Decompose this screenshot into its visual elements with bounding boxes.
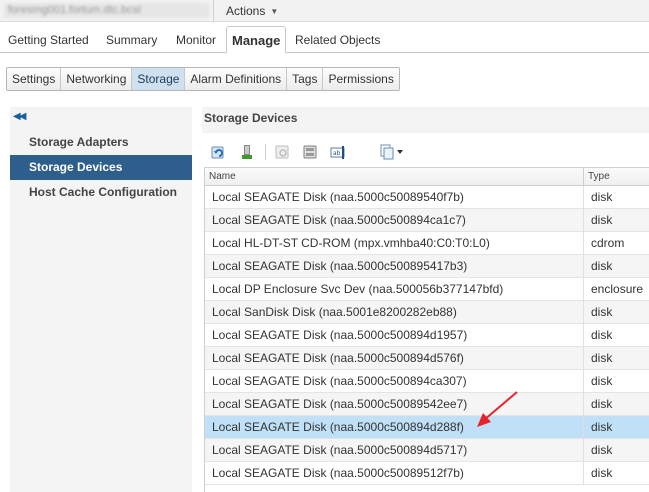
chevron-down-icon: ▼	[270, 7, 279, 16]
table-row[interactable]: Local HL-DT-ST CD-ROM (mpx.vmhba40:C0:T0…	[205, 232, 649, 255]
host-title: foresmg001.fortum.dtc.bcsl	[4, 3, 209, 18]
svg-text:ab: ab	[333, 150, 341, 157]
device-name: Local SEAGATE Disk (naa.5000c500894d576f…	[212, 351, 464, 365]
column-header-name[interactable]: Name	[205, 168, 583, 186]
subtab-permissions[interactable]: Permissions	[322, 68, 399, 90]
device-name: Local SEAGATE Disk (naa.5000c500894d5717…	[212, 443, 468, 457]
device-name: Local DP Enclosure Svc Dev (naa.500056b3…	[212, 282, 504, 296]
toolbar: ab	[202, 138, 649, 168]
device-type: disk	[583, 301, 649, 324]
device-type: disk	[583, 209, 649, 232]
title-bar: foresmg001.fortum.dtc.bcsl Actions ▼	[0, 0, 649, 22]
column-header-type[interactable]: Type	[583, 168, 649, 186]
toolbar-separator	[265, 144, 266, 160]
device-type: disk	[583, 186, 649, 209]
refresh-icon[interactable]	[211, 144, 227, 160]
attach-icon[interactable]	[239, 144, 255, 160]
device-type: disk	[583, 255, 649, 278]
device-name: Local SanDisk Disk (naa.5001e8200282eb88…	[212, 305, 457, 319]
device-name: Local SEAGATE Disk (naa.5000c50089542ee7…	[212, 397, 468, 411]
device-name: Local SEAGATE Disk (naa.5000c50089540f7b…	[212, 190, 464, 204]
device-type: disk	[583, 439, 649, 462]
export-icon[interactable]	[379, 144, 405, 160]
device-name: Local SEAGATE Disk (naa.5000c50089512f7b…	[212, 466, 464, 480]
subtab-tags[interactable]: Tags	[286, 68, 323, 90]
device-name: Local SEAGATE Disk (naa.5000c500894ca307…	[212, 374, 467, 388]
storage-devices-table: Name Type Local SEAGATE Disk (naa.5000c5…	[204, 167, 649, 492]
detach-icon[interactable]	[274, 144, 290, 160]
main-tab-bar: Getting Started Summary Monitor Manage R…	[0, 26, 649, 54]
nav-storage-adapters[interactable]: Storage Adapters	[10, 130, 192, 155]
subtab-storage[interactable]: Storage	[131, 68, 185, 90]
nav-storage-devices[interactable]: Storage Devices	[10, 155, 192, 180]
table-row[interactable]: Local SEAGATE Disk (naa.5000c500894ca307…	[205, 370, 649, 393]
device-name: Local SEAGATE Disk (naa.5000c500894d288f…	[212, 420, 464, 434]
table-row[interactable]: Local SEAGATE Disk (naa.5000c50089542ee7…	[205, 393, 649, 416]
tab-related-objects[interactable]: Related Objects	[295, 28, 380, 53]
table-row[interactable]: Local SanDisk Disk (naa.5001e8200282eb88…	[205, 301, 649, 324]
device-name: Local HL-DT-ST CD-ROM (mpx.vmhba40:C0:T0…	[212, 236, 490, 250]
table-row[interactable]: Local SEAGATE Disk (naa.5000c500894d1957…	[205, 324, 649, 347]
panel-title: Storage Devices	[202, 107, 649, 133]
table-row[interactable]: Local SEAGATE Disk (naa.5000c500895417b3…	[205, 255, 649, 278]
device-type: disk	[583, 393, 649, 416]
table-header: Name Type	[205, 168, 649, 186]
sub-tab-bar: Settings Networking Storage Alarm Defini…	[6, 67, 400, 91]
table-row[interactable]: Local SEAGATE Disk (naa.5000c500894d576f…	[205, 347, 649, 370]
subtab-alarm-definitions[interactable]: Alarm Definitions	[184, 68, 287, 90]
device-name: Local SEAGATE Disk (naa.5000c500894d1957…	[212, 328, 468, 342]
table-row[interactable]: Local SEAGATE Disk (naa.5000c500894d5717…	[205, 439, 649, 462]
device-type: disk	[583, 347, 649, 370]
nav-host-cache-configuration[interactable]: Host Cache Configuration	[10, 180, 192, 205]
title-separator	[213, 0, 214, 22]
table-row[interactable]: Local SEAGATE Disk (naa.5000c50089540f7b…	[205, 186, 649, 209]
table-row[interactable]: Local SEAGATE Disk (naa.5000c50089512f7b…	[205, 462, 649, 485]
device-type: disk	[583, 416, 649, 439]
subtab-networking[interactable]: Networking	[60, 68, 132, 90]
table-row-selected[interactable]: Local SEAGATE Disk (naa.5000c500894d288f…	[205, 416, 649, 439]
device-type: disk	[583, 324, 649, 347]
table-row[interactable]: Local DP Enclosure Svc Dev (naa.500056b3…	[205, 278, 649, 301]
table-row[interactable]: Local SEAGATE Disk (naa.5000c500894ca1c7…	[205, 209, 649, 232]
storage-nav-panel: ◀◀ Storage Adapters Storage Devices Host…	[10, 107, 192, 492]
device-type: enclosure	[583, 278, 649, 301]
actions-menu-button[interactable]: Actions ▼	[226, 2, 278, 20]
tab-summary[interactable]: Summary	[106, 28, 157, 53]
tab-getting-started[interactable]: Getting Started	[8, 28, 89, 53]
device-name: Local SEAGATE Disk (naa.5000c500895417b3…	[212, 259, 468, 273]
tab-manage[interactable]: Manage	[226, 26, 287, 54]
actions-label: Actions	[226, 4, 266, 18]
disk-icon[interactable]	[302, 144, 318, 160]
subtab-settings[interactable]: Settings	[7, 68, 61, 90]
device-type: disk	[583, 462, 649, 485]
device-type: cdrom	[583, 232, 649, 255]
storage-devices-panel: Storage Devices ab Name Type Local SEAGA…	[202, 107, 649, 492]
tab-monitor[interactable]: Monitor	[176, 28, 216, 53]
rename-icon[interactable]: ab	[330, 144, 346, 160]
device-name: Local SEAGATE Disk (naa.5000c500894ca1c7…	[212, 213, 466, 227]
double-chevron-left-icon[interactable]: ◀◀	[13, 111, 26, 122]
device-type: disk	[583, 370, 649, 393]
